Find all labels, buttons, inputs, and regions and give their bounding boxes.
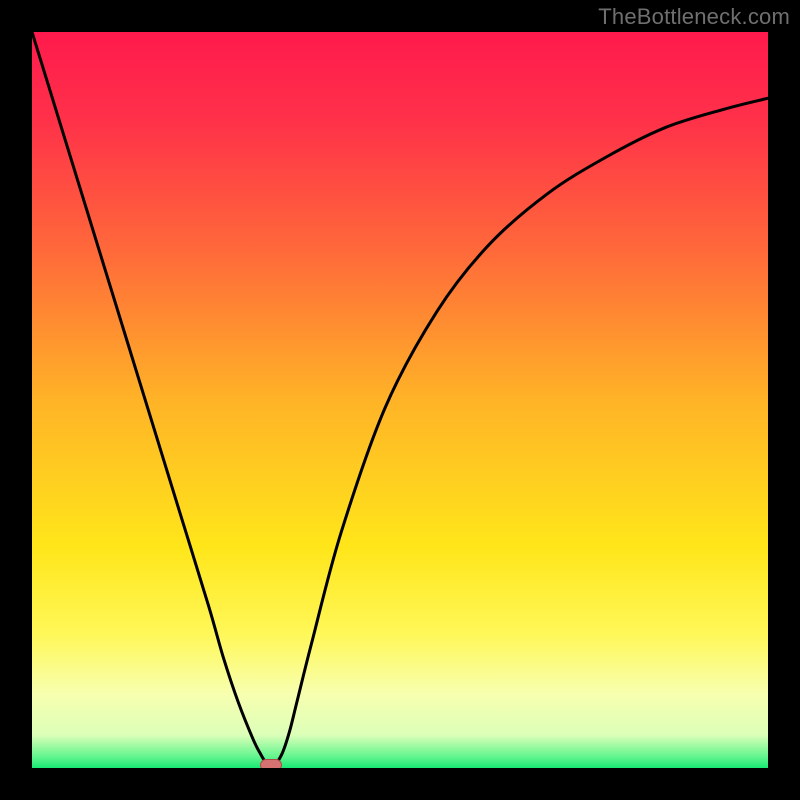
watermark-text: TheBottleneck.com	[598, 4, 790, 30]
bottleneck-curve	[32, 32, 768, 768]
optimal-point-marker	[260, 759, 282, 768]
chart-frame: TheBottleneck.com	[0, 0, 800, 800]
plot-area	[32, 32, 768, 768]
